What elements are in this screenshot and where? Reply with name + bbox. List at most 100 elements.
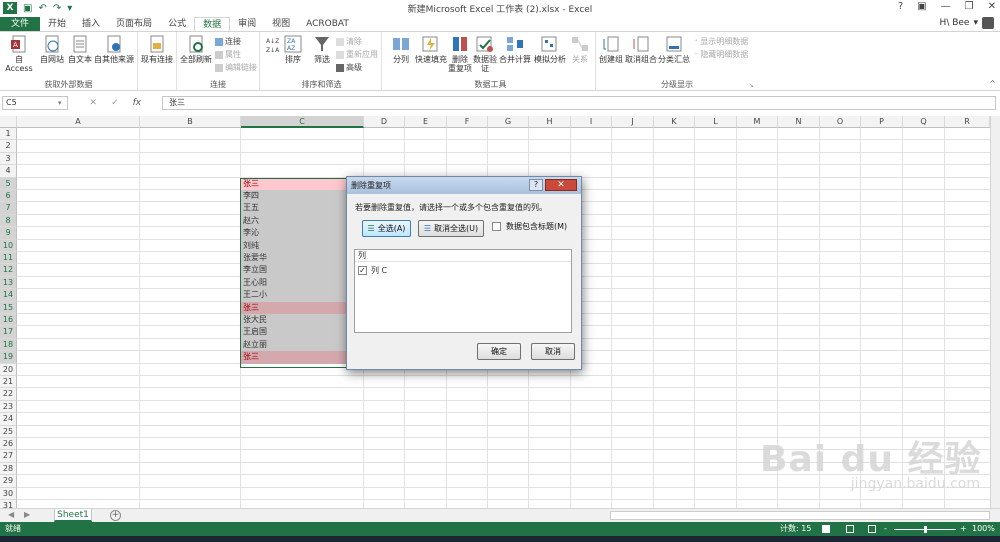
dialog-help-button[interactable]: ? [529, 179, 543, 191]
show-detail-button[interactable]: ⁺ 显示明细数据 [694, 36, 748, 47]
tab-formulas[interactable]: 公式 [160, 17, 194, 32]
from-other-sources-button[interactable]: 自其他来源 [94, 35, 134, 64]
row-header[interactable]: 12 [0, 264, 17, 277]
column-header[interactable]: Q [903, 116, 945, 128]
what-if-analysis-button[interactable]: 模拟分析 [532, 35, 568, 64]
column-header[interactable]: I [571, 116, 612, 128]
tab-page-layout[interactable]: 页面布局 [108, 17, 160, 32]
row-header[interactable]: 2 [0, 140, 17, 153]
consolidate-button[interactable]: 合并计算 [498, 35, 532, 64]
row-header[interactable]: 18 [0, 338, 17, 352]
column-header[interactable]: F [447, 116, 488, 128]
close-icon[interactable]: ✕ [988, 1, 996, 12]
dialog-launcher-icon[interactable]: ↘ [749, 82, 754, 89]
column-header[interactable]: R [945, 116, 990, 128]
next-sheet-icon[interactable]: ▶ [24, 510, 30, 519]
select-all-corner[interactable] [0, 116, 17, 128]
row-header[interactable]: 22 [0, 388, 17, 401]
row-header[interactable]: 6 [0, 190, 17, 203]
row-header[interactable]: 23 [0, 400, 17, 414]
table-cell[interactable]: 张三 [241, 351, 363, 364]
row-header[interactable]: 11 [0, 252, 17, 265]
column-header[interactable]: O [820, 116, 861, 128]
page-break-view-icon[interactable] [868, 525, 876, 533]
row-header[interactable]: 7 [0, 202, 17, 215]
restore-icon[interactable]: ❐ [965, 1, 974, 12]
sort-button[interactable]: ZA AZ 排序 [282, 35, 304, 64]
table-cell[interactable]: 李立国 [241, 264, 363, 277]
row-header[interactable]: 29 [0, 475, 17, 488]
insert-function-icon[interactable]: fx [133, 98, 142, 108]
row-header[interactable]: 30 [0, 487, 17, 500]
hide-detail-button[interactable]: ⁻ 隐藏明细数据 [694, 49, 748, 60]
row-header[interactable]: 14 [0, 289, 17, 302]
tab-review[interactable]: 审阅 [230, 17, 264, 32]
row-header[interactable]: 21 [0, 376, 17, 389]
column-header[interactable]: M [737, 116, 778, 128]
zoom-out-icon[interactable]: - [884, 522, 887, 536]
refresh-all-button[interactable]: 全部刷新 [179, 35, 213, 64]
edit-links-button[interactable]: 编辑链接 [215, 62, 257, 73]
column-header[interactable]: A [17, 116, 140, 128]
table-cell[interactable]: 李四 [241, 190, 363, 203]
subtotal-button[interactable]: 分类汇总 [658, 35, 690, 64]
table-cell[interactable]: 刘纯 [241, 239, 363, 252]
column-header[interactable]: H [529, 116, 571, 128]
column-header[interactable]: J [612, 116, 654, 128]
unselect-all-button[interactable]: ☰ 取消全选(U) [418, 220, 484, 237]
group-button[interactable]: 创建组 [598, 35, 624, 64]
advanced-filter-button[interactable]: 高级 [336, 62, 362, 73]
table-cell[interactable]: 赵立丽 [241, 338, 363, 352]
filter-button[interactable]: 筛选 [310, 35, 334, 64]
tab-data[interactable]: 数据 [194, 17, 231, 32]
from-text-button[interactable]: 自文本 [66, 35, 94, 64]
zoom-level[interactable]: 100% [972, 522, 995, 536]
data-validation-button[interactable]: 数据验 证 [472, 35, 498, 73]
table-cell[interactable]: 王心阳 [241, 276, 363, 290]
collapse-ribbon-icon[interactable]: ^ [989, 79, 996, 88]
tab-file[interactable]: 文件 [0, 17, 41, 32]
row-header[interactable]: 25 [0, 425, 17, 438]
table-cell[interactable]: 李沁 [241, 227, 363, 240]
table-cell[interactable]: 张三 [241, 301, 363, 314]
row-header[interactable]: 19 [0, 351, 17, 364]
normal-view-icon[interactable] [822, 525, 830, 533]
clear-filter-button[interactable]: 清除 [336, 36, 362, 47]
sort-az-button[interactable]: A↓Z Z↓A [266, 38, 279, 54]
row-header[interactable]: 27 [0, 450, 17, 463]
column-header[interactable]: B [140, 116, 241, 128]
vertical-scrollbar[interactable] [990, 116, 1000, 508]
row-header[interactable]: 24 [0, 413, 17, 426]
row-header[interactable]: 31 [0, 500, 17, 508]
sheet-tab[interactable]: Sheet1 [54, 509, 92, 522]
formula-input[interactable]: 张三 [162, 96, 996, 110]
row-header[interactable]: 3 [0, 152, 17, 166]
row-header[interactable]: 4 [0, 165, 17, 178]
column-header[interactable]: K [654, 116, 695, 128]
text-to-columns-button[interactable]: 分列 [388, 35, 414, 64]
header-checkbox[interactable] [492, 222, 501, 231]
table-cell[interactable]: 王二小 [241, 289, 363, 302]
connections-button[interactable]: 连接 [215, 36, 241, 47]
row-header[interactable]: 13 [0, 276, 17, 290]
dialog-close-button[interactable]: ✕ [545, 179, 577, 191]
table-cell[interactable]: 张大民 [241, 314, 363, 327]
column-header[interactable]: D [364, 116, 405, 128]
column-c-checkbox[interactable]: ✓ [358, 266, 367, 275]
cancel-icon[interactable]: ✕ [90, 98, 98, 108]
column-header[interactable]: G [488, 116, 529, 128]
row-header[interactable]: 1 [0, 128, 17, 141]
select-all-button[interactable]: ☰ 全选(A) [362, 220, 411, 237]
row-header[interactable]: 26 [0, 438, 17, 451]
zoom-in-icon[interactable]: + [960, 522, 967, 536]
header-checkbox-row[interactable]: 数据包含标题(M) [492, 221, 567, 232]
user-account[interactable]: H\ Bee ▾ [940, 17, 994, 29]
row-header[interactable]: 17 [0, 326, 17, 339]
table-cell[interactable]: 张爱华 [241, 252, 363, 265]
row-header[interactable]: 9 [0, 227, 17, 240]
prev-sheet-icon[interactable]: ◀ [8, 510, 14, 519]
row-header[interactable]: 8 [0, 214, 17, 228]
row-header[interactable]: 16 [0, 314, 17, 327]
column-header[interactable]: N [778, 116, 820, 128]
cancel-button[interactable]: 取消 [531, 343, 575, 360]
